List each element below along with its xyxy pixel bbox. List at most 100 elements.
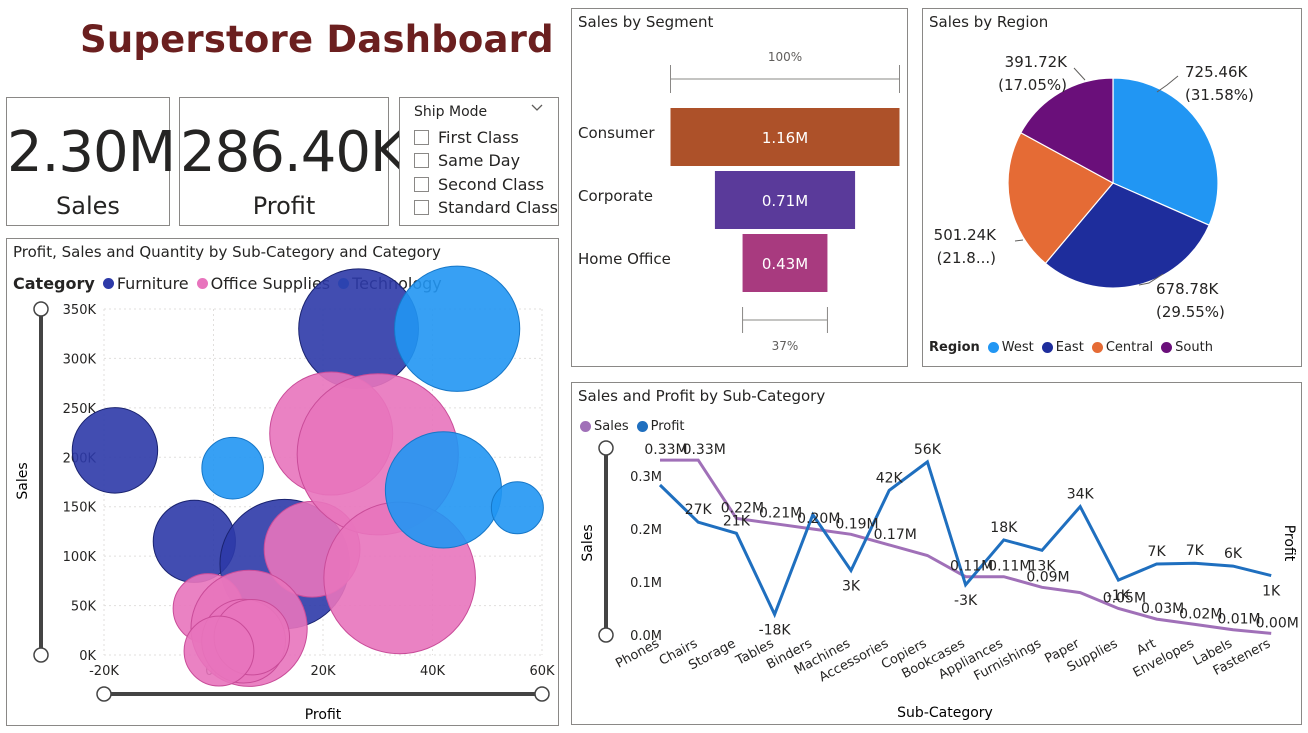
profit-line <box>658 459 1272 619</box>
profit-data-label: 56K <box>914 442 942 458</box>
profit-kpi-card: 286.40K Profit <box>179 97 407 226</box>
slicer-option-same-day[interactable]: Same Day <box>414 151 520 170</box>
scatter-x-zoom-slider[interactable] <box>96 686 550 702</box>
profit-data-label: -18K <box>759 622 792 638</box>
slicer-option-label: Standard Class <box>438 198 558 217</box>
slicer-option-label: Same Day <box>438 151 521 170</box>
legend-label[interactable]: West <box>1002 340 1034 355</box>
ship-mode-slicer: Ship Mode First Class Same Day Second Cl… <box>399 97 559 226</box>
y-tick-label: 0.2M <box>630 523 662 538</box>
slider-handle[interactable] <box>598 627 614 643</box>
profit-data-label: 21K <box>723 513 751 529</box>
profit-data-label: 3K <box>842 578 861 594</box>
line-data-labels: 0.33M0.33M0.22M0.21M0.20M0.19M0.17M0.11M… <box>644 442 1298 638</box>
scatter-y-zoom-slider[interactable] <box>33 301 49 663</box>
bracket-line <box>742 307 828 333</box>
legend-dot-west <box>987 342 999 353</box>
slider-handle[interactable] <box>33 301 49 317</box>
checkbox[interactable] <box>414 153 429 168</box>
sales-data-label: 0.17M <box>874 527 917 543</box>
scatter-point <box>490 481 544 535</box>
slider-handle[interactable] <box>534 686 550 702</box>
profit-kpi-value: 286.40K <box>180 120 407 185</box>
scatter-x-ticks: -20K0K20K40K60K <box>89 664 555 679</box>
funnel-bar-value: 1.16M <box>762 129 808 147</box>
sales-data-label: 0.02M <box>1179 606 1222 622</box>
legend-dot-east <box>1041 342 1053 353</box>
legend-dot-central <box>1091 342 1103 353</box>
profit-data-label: 18K <box>990 520 1018 536</box>
line-y-ticks: 0.0M0.1M0.2M0.3M <box>630 470 662 644</box>
profit-kpi-label: Profit <box>252 192 316 220</box>
sales-kpi-value: 2.30M <box>7 120 176 185</box>
profit-data-label: -3K <box>954 593 978 609</box>
sales-data-label: 0.33M <box>683 442 726 458</box>
pie-label-west-pct: (31.58%) <box>1185 86 1254 104</box>
line-y2-axis-label: Profit <box>1281 525 1297 562</box>
legend-label[interactable]: South <box>1175 340 1213 355</box>
scatter-point <box>183 615 255 687</box>
sub-category-line-panel: Sales and Profit by Sub-Category Sales P… <box>571 382 1302 725</box>
x-tick-label: 60K <box>529 664 555 679</box>
funnel-category-label: Corporate <box>578 187 653 205</box>
sales-data-label: 0.11M <box>988 559 1031 575</box>
pie-label-east-pct: (29.55%) <box>1156 303 1225 321</box>
checkbox[interactable] <box>414 130 429 145</box>
bracket-line <box>670 65 900 93</box>
profit-data-label: 13K <box>1029 558 1057 574</box>
pie-label-central-pct: (21.8...) <box>937 249 996 267</box>
legend-label[interactable]: East <box>1056 340 1084 355</box>
y-tick-label: 0K <box>79 649 96 664</box>
y-tick-label: 300K <box>63 352 97 367</box>
legend-label[interactable]: Central <box>1106 340 1153 355</box>
dashboard-title: Superstore Dashboard <box>80 18 554 61</box>
funnel-top-bracket <box>670 65 900 93</box>
checkbox[interactable] <box>414 177 429 192</box>
scatter-points <box>71 265 544 687</box>
profit-data-label: 6K <box>1224 546 1243 562</box>
pie-legend: Region West East Central South <box>929 340 1213 355</box>
slicer-option-first-class[interactable]: First Class <box>414 128 519 147</box>
profit-data-label: 27K <box>685 502 713 518</box>
sales-data-label: 0.00M <box>1256 615 1299 631</box>
slicer-option-second-class[interactable]: Second Class <box>414 175 544 194</box>
segment-funnel-panel: Sales by Segment 100% 37% 1.16M Consumer 0… <box>571 8 908 367</box>
slider-handle[interactable] <box>96 686 112 702</box>
profit-data-label: 1K <box>1262 584 1281 600</box>
sales-data-label: 0.21M <box>759 506 802 522</box>
region-pie-panel: Sales by Region 725.46K (31.58%) 678.78K… <box>922 8 1302 367</box>
legend-dot-south <box>1161 342 1173 353</box>
slicer-option-standard-class[interactable]: Standard Class <box>414 198 558 217</box>
funnel-bottom-bracket <box>742 307 828 333</box>
x-tick-label: 20K <box>310 664 336 679</box>
y-tick-label: 50K <box>71 600 97 615</box>
slider-handle[interactable] <box>598 440 614 456</box>
checkbox[interactable] <box>414 200 429 215</box>
funnel-bottom-percent: 37% <box>772 339 799 353</box>
scatter-y-axis-label: Sales <box>15 462 31 499</box>
pie-label-south-value: 391.72K <box>1005 53 1068 71</box>
sales-data-label: 0.01M <box>1217 612 1260 628</box>
slider-handle[interactable] <box>33 647 49 663</box>
scatter-panel: Profit, Sales and Quantity by Sub-Catego… <box>6 238 559 726</box>
scatter-x-axis-label: Profit <box>305 707 342 723</box>
x-tick-label: -20K <box>89 664 119 679</box>
legend-title: Region <box>929 340 980 355</box>
line-chart: 0.0M0.1M0.2M0.3M PhonesChairsStorageTabl… <box>580 440 1299 721</box>
y-tick-label: 0.3M <box>630 470 662 485</box>
pie-label-west-value: 725.46K <box>1185 63 1248 81</box>
profit-data-label: 42K <box>876 470 904 486</box>
pie-label-south-pct: (17.05%) <box>998 76 1067 94</box>
slicer-option-label: First Class <box>438 128 519 147</box>
chevron-down-icon[interactable] <box>530 102 544 117</box>
line-x-axis-label: Sub-Category <box>897 705 993 721</box>
funnel-bar-value: 0.43M <box>762 255 808 273</box>
x-tick-label: 40K <box>420 664 446 679</box>
sales-data-label: 0.33M <box>644 442 687 458</box>
pie-chart: 725.46K (31.58%) 678.78K (29.55%) 501.24… <box>934 53 1254 321</box>
scatter-point <box>384 431 503 549</box>
sales-data-label: 0.20M <box>797 511 840 527</box>
profit-data-label: 7K <box>1186 543 1205 559</box>
line-y-zoom-slider[interactable] <box>598 440 614 643</box>
funnel-top-percent: 100% <box>768 50 802 64</box>
